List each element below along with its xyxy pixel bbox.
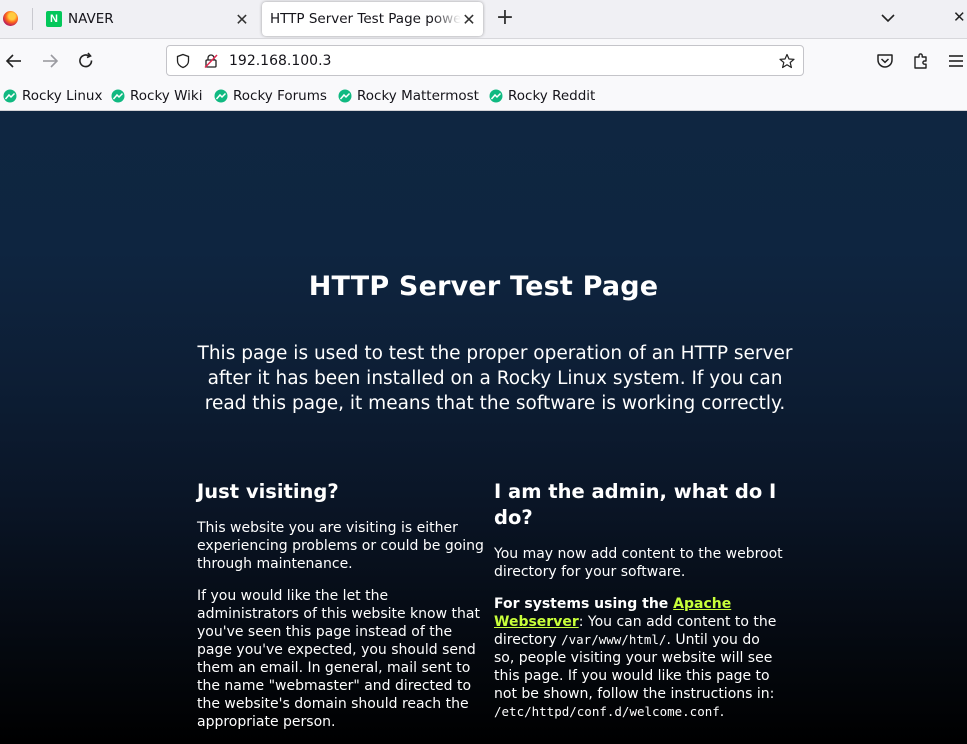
bookmark-rocky-reddit[interactable]: Rocky Reddit bbox=[489, 88, 595, 104]
tab-http-test-page[interactable]: HTTP Server Test Page powered by ✕ bbox=[262, 2, 483, 36]
admin-heading: I am the admin, what do I do? bbox=[494, 480, 777, 529]
page-title: HTTP Server Test Page bbox=[0, 271, 967, 302]
pocket-icon[interactable] bbox=[875, 51, 895, 71]
rocky-linux-leaf-icon bbox=[214, 89, 228, 103]
bookmark-label: Rocky Mattermost bbox=[357, 88, 479, 104]
intro-paragraph: This page is used to test the proper ope… bbox=[197, 343, 793, 414]
visitor-paragraph-1: This website you are visiting is either … bbox=[197, 520, 484, 572]
new-tab-plus-icon[interactable]: + bbox=[495, 6, 515, 30]
firefox-logo-icon[interactable] bbox=[3, 11, 18, 26]
page-title-part2: Test Page bbox=[510, 271, 659, 302]
admin-paragraph-2: For systems using the Apache Webserver: … bbox=[494, 595, 784, 721]
bookmark-label: Rocky Forums bbox=[233, 88, 327, 104]
bookmark-star-icon[interactable] bbox=[779, 53, 795, 69]
admin-section: I am the admin, what do I do? You may no… bbox=[494, 479, 784, 735]
visitor-section: Just visiting? This website you are visi… bbox=[197, 479, 487, 744]
welcome-conf-path-code: /etc/httpd/conf.d/welcome.conf bbox=[494, 704, 720, 719]
forward-arrow-icon[interactable] bbox=[40, 51, 60, 71]
bookmark-label: Rocky Linux bbox=[22, 88, 103, 104]
web-page-content: HTTP Server Test Page This page is used … bbox=[0, 111, 967, 744]
tab-naver[interactable]: N NAVER ✕ bbox=[38, 2, 256, 36]
webroot-path-code: /var/www/html/ bbox=[561, 632, 667, 647]
list-all-tabs-chevron-down-icon[interactable] bbox=[879, 9, 897, 27]
rocky-linux-leaf-icon bbox=[338, 89, 352, 103]
tab-title: NAVER bbox=[68, 11, 114, 27]
bookmark-rocky-wiki[interactable]: Rocky Wiki bbox=[111, 88, 202, 104]
reload-icon[interactable] bbox=[76, 51, 96, 71]
rocky-linux-leaf-icon bbox=[111, 89, 125, 103]
visitor-heading: Just visiting? bbox=[197, 480, 339, 503]
tab-title: HTTP Server Test Page powered by bbox=[270, 11, 461, 27]
bookmark-rocky-linux[interactable]: Rocky Linux bbox=[3, 88, 102, 104]
bookmark-rocky-mattermost[interactable]: Rocky Mattermost bbox=[338, 88, 479, 104]
url-text[interactable]: 192.168.100.3 bbox=[229, 53, 331, 69]
tab-separator bbox=[32, 8, 33, 30]
bookmark-rocky-forums[interactable]: Rocky Forums bbox=[214, 88, 327, 104]
rocky-linux-leaf-icon bbox=[3, 89, 17, 103]
bookmark-label: Rocky Reddit bbox=[508, 88, 596, 104]
close-tab-icon[interactable]: ✕ bbox=[234, 10, 250, 29]
visitor-paragraph-2: If you would like the let the administra… bbox=[197, 588, 480, 730]
admin-text-end: . bbox=[719, 704, 725, 720]
naver-favicon-icon: N bbox=[46, 11, 62, 27]
bookmark-label: Rocky Wiki bbox=[130, 88, 203, 104]
admin-bold-lead: For systems using the bbox=[494, 596, 674, 612]
close-tab-icon[interactable]: ✕ bbox=[461, 10, 477, 29]
back-arrow-icon[interactable] bbox=[4, 51, 24, 71]
tab-strip: N NAVER ✕ HTTP Server Test Page powered … bbox=[0, 0, 967, 38]
shield-tracking-protection-icon[interactable] bbox=[175, 53, 191, 69]
page-title-part1: HTTP Server bbox=[308, 271, 501, 302]
insecure-lock-icon[interactable] bbox=[203, 53, 219, 69]
bookmarks-toolbar: Rocky Linux Rocky Wiki Rocky Forums Rock… bbox=[0, 82, 967, 111]
extensions-puzzle-icon[interactable] bbox=[911, 51, 931, 71]
admin-paragraph-1: You may now add content to the webroot d… bbox=[494, 546, 783, 580]
hamburger-menu-icon[interactable] bbox=[946, 51, 966, 71]
navigation-toolbar: 192.168.100.3 bbox=[0, 38, 967, 82]
rocky-linux-leaf-icon bbox=[489, 89, 503, 103]
url-bar[interactable]: 192.168.100.3 bbox=[166, 45, 804, 76]
window-close-icon[interactable]: ✕ bbox=[953, 8, 967, 28]
